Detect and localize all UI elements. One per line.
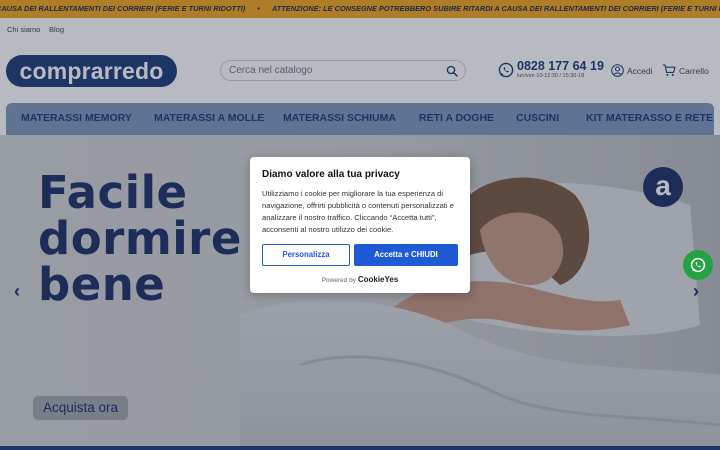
- whatsapp-icon: [690, 257, 706, 273]
- cookie-text: Utilizziamo i cookie per migliorare la t…: [262, 189, 454, 234]
- whatsapp-chat-button[interactable]: [683, 250, 713, 280]
- powered-prefix: Powered by: [321, 277, 357, 284]
- cookie-consent-dialog: Diamo valore alla tua privacy Utilizziam…: [250, 157, 470, 293]
- cookie-title: Diamo valore alla tua privacy: [262, 169, 400, 180]
- cookieyes-logo: CookieYes: [357, 275, 399, 284]
- accept-close-button[interactable]: Accetta e CHIUDI: [354, 244, 458, 266]
- powered-by[interactable]: Powered by CookieYes: [250, 275, 470, 284]
- customize-button[interactable]: Personalizza: [262, 244, 350, 266]
